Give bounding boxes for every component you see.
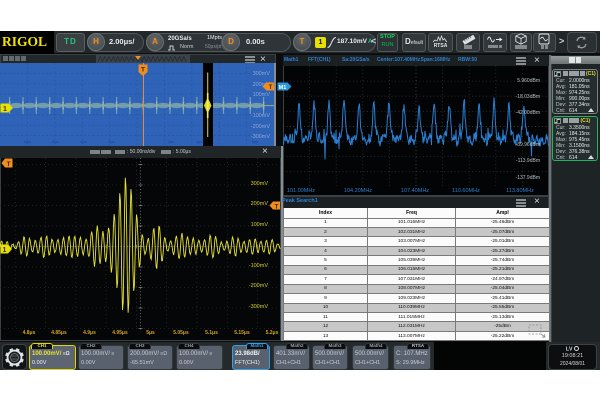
svg-text:T: T <box>7 161 11 168</box>
svg-text:M1: M1 <box>279 85 287 91</box>
svg-text:T: T <box>269 85 273 91</box>
svg-text:T: T <box>141 67 145 74</box>
svg-text:1: 1 <box>3 247 7 254</box>
svg-text:T: T <box>275 204 279 210</box>
svg-text:1: 1 <box>3 106 7 113</box>
